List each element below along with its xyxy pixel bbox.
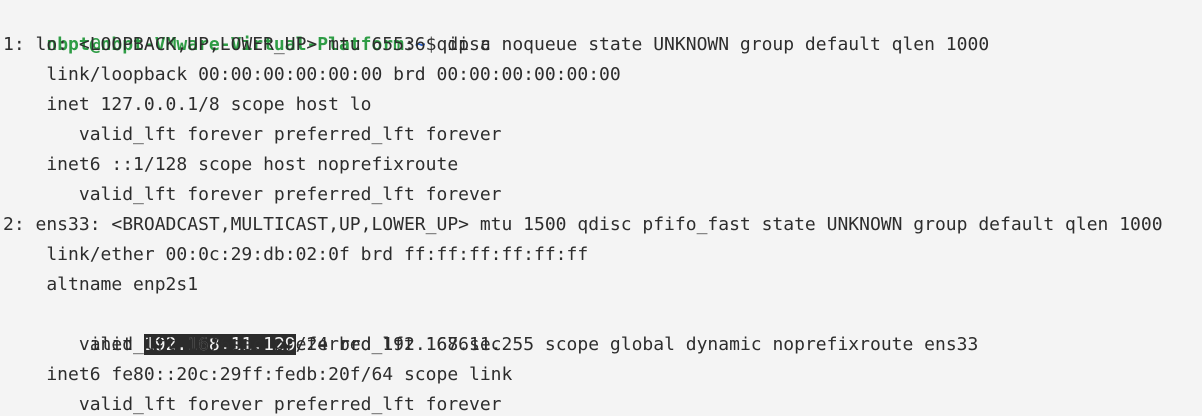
output-line-13: valid_lft forever preferred_lft forever (3, 394, 502, 415)
output-line-11: valid_lft 1676sec preferred_lft 1676sec (3, 334, 502, 355)
terminal-window[interactable]: nbpt@nbpt-VMware-Virtual-Platform:~$ ip … (0, 0, 1202, 416)
output-line-5: inet6 ::1/128 scope host noprefixroute (3, 154, 459, 175)
output-line-12: inet6 fe80::20c:29ff:fedb:20f/64 scope l… (3, 364, 513, 385)
output-line-2: link/loopback 00:00:00:00:00:00 brd 00:0… (3, 64, 621, 85)
output-line-4: valid_lft forever preferred_lft forever (3, 124, 502, 145)
output-line-3: inet 127.0.0.1/8 scope host lo (3, 94, 372, 115)
prompt-line: nbpt@nbpt-VMware-Virtual-Platform:~$ ip … (3, 0, 490, 55)
output-line-1: 1: lo: <LOOPBACK,UP,LOWER_UP> mtu 65536 … (3, 34, 990, 55)
output-line-6: valid_lft forever preferred_lft forever (3, 184, 502, 205)
output-line-9: altname enp2s1 (3, 274, 199, 295)
output-line-8: link/ether 00:0c:29:db:02:0f brd ff:ff:f… (3, 244, 589, 265)
output-line-10: inet 192.168.11.129/24 brd 192.168.11.25… (3, 300, 978, 355)
output-line-7: 2: ens33: <BROADCAST,MULTICAST,UP,LOWER_… (3, 214, 1163, 235)
